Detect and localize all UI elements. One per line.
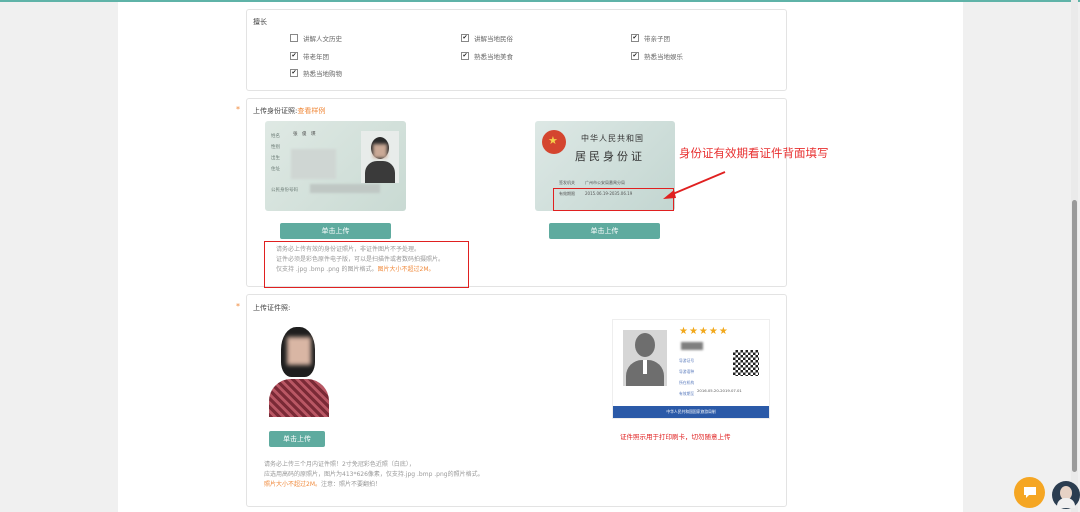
id-upload-notes: 请务必上传有效的身份证照片，非证件图片不予处理。 证件必须是彩色原件电子版，可以…	[276, 246, 445, 273]
id-upload-title: 上传身份证照:查看样例	[253, 107, 326, 115]
qr-code-icon	[733, 350, 759, 376]
upload-photo-button[interactable]: 单击上传	[269, 431, 325, 447]
checkbox-local-shopping[interactable]: ✔ 熟悉当地购物	[290, 68, 342, 78]
blurred-id-number	[310, 184, 380, 193]
checkbox-checked-icon[interactable]: ✔	[290, 69, 298, 77]
required-mark: *	[236, 105, 240, 114]
chat-bubble-icon	[1023, 487, 1036, 498]
view-example-link[interactable]: 查看样例	[297, 107, 325, 115]
upload-id-front-button[interactable]: 单击上传	[280, 223, 391, 239]
specialty-title: 擅长	[253, 18, 267, 26]
checkbox-checked-icon[interactable]: ✔	[461, 52, 469, 60]
placeholder-portrait	[623, 330, 667, 386]
user-avatar[interactable]	[1052, 481, 1080, 509]
checkbox-checked-icon[interactable]: ✔	[631, 34, 639, 42]
photo-upload-card: 上传证件照: 单击上传 请务必上传三个月内证件照！2寸免冠彩色近照（白底）， 应…	[246, 294, 787, 507]
required-mark: *	[236, 302, 240, 311]
validity-annotation: 身份证有效期看证件背面填写	[679, 146, 829, 160]
national-emblem-icon: ★	[542, 130, 566, 154]
annotation-arrow	[663, 171, 726, 199]
id-card-front-sample: 姓名 性别 出生 住址 张 俊 瑛 公民身份号码	[265, 121, 406, 211]
photo-upload-title: 上传证件照:	[253, 304, 291, 312]
specialty-card: 擅长 讲解人文历史 ✔ 讲解当地民俗 ✔ 带亲子团 ✔ 带老年团 ✔ 熟悉当地美食 ✔ 熟…	[246, 9, 787, 91]
checkbox-humanities[interactable]: 讲解人文历史	[290, 33, 342, 43]
sample-card-caption: 证件照示用于打印刷卡，切勿随意上传	[620, 433, 731, 441]
validity-highlight-box	[553, 188, 674, 211]
chat-button[interactable]	[1014, 477, 1045, 508]
blurred-text-block	[291, 149, 336, 179]
scrollbar-thumb[interactable]	[1072, 200, 1077, 472]
guide-card-sample: ★★★★★ 导游证号 导游语种 所在机构 有效期至 2016.05.20-201…	[612, 319, 770, 419]
checkbox-checked-icon[interactable]: ✔	[461, 34, 469, 42]
checkbox-checked-icon[interactable]: ✔	[290, 52, 298, 60]
portrait-sample	[265, 321, 332, 417]
checkbox-checked-icon[interactable]: ✔	[631, 52, 639, 60]
checkbox-empty-icon[interactable]	[290, 34, 298, 42]
checkbox-family-tours[interactable]: ✔ 带亲子团	[631, 33, 670, 43]
upload-id-back-button[interactable]: 单击上传	[549, 223, 660, 239]
portrait-photo	[361, 131, 399, 183]
checkbox-local-entertainment[interactable]: ✔ 熟悉当地娱乐	[631, 51, 683, 61]
checkbox-senior-tours[interactable]: ✔ 带老年团	[290, 51, 329, 61]
checkbox-local-food[interactable]: ✔ 熟悉当地美食	[461, 51, 513, 61]
photo-upload-notes: 请务必上传三个月内证件照！2寸免冠彩色近照（白底）， 应选用高码的原照片，图片为…	[264, 461, 484, 488]
checkbox-folk-customs[interactable]: ✔ 讲解当地民俗	[461, 33, 513, 43]
